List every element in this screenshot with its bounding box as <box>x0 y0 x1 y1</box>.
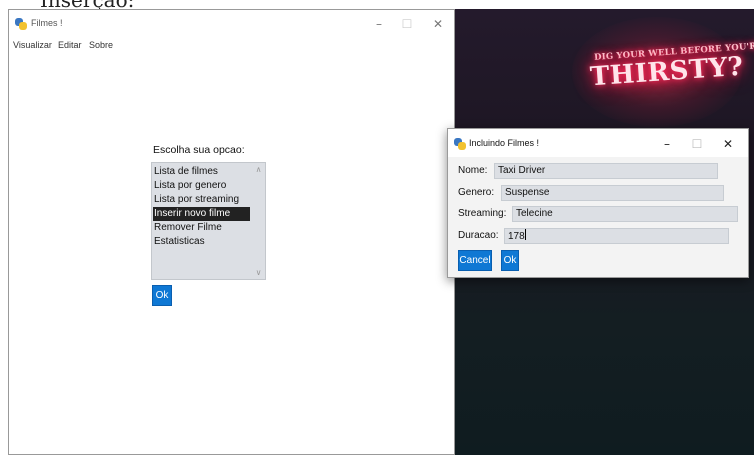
name-label: Nome: <box>458 165 488 176</box>
dialog-titlebar[interactable]: Incluindo Filmes ! – ☐ ✕ <box>448 129 748 157</box>
list-item-selected[interactable]: Inserir novo filme <box>153 207 250 221</box>
list-item[interactable]: Lista por genero <box>153 179 250 193</box>
python-app-icon <box>454 138 466 150</box>
list-item[interactable]: Lista de filmes <box>153 165 250 179</box>
scroll-down-icon[interactable]: ∨ <box>252 268 265 277</box>
ok-button[interactable]: Ok <box>152 285 172 306</box>
screen: Inserção: DIG YOUR WELL BEFORE YOU'RE TH… <box>0 0 754 455</box>
list-item[interactable]: Estatisticas <box>153 235 250 249</box>
text-caret <box>524 229 526 240</box>
minimize-button[interactable]: – <box>365 14 393 34</box>
dialog-close-button[interactable]: ✕ <box>714 134 742 154</box>
listbox-scrollbar[interactable]: ∧ ∨ <box>252 163 265 279</box>
main-titlebar[interactable]: Filmes ! – ☐ ✕ <box>9 10 454 38</box>
streaming-label: Streaming: <box>458 208 507 219</box>
choose-option-label: Escolha sua opcao: <box>153 144 245 156</box>
menu-visualizar[interactable]: Visualizar <box>13 40 52 50</box>
duration-value: 178 <box>508 231 525 242</box>
cancel-button[interactable]: Cancel <box>458 250 492 271</box>
duration-field[interactable]: 178 <box>504 228 729 244</box>
name-field[interactable]: Taxi Driver <box>494 163 718 179</box>
python-app-icon <box>15 18 27 30</box>
dialog-ok-button[interactable]: Ok <box>501 250 519 271</box>
list-item[interactable]: Remover Filme <box>153 221 250 235</box>
menu-bar: Visualizar Editar Sobre <box>9 38 454 56</box>
dialog-maximize-button[interactable]: ☐ <box>683 134 711 154</box>
dialog-minimize-button[interactable]: – <box>653 134 681 154</box>
streaming-field[interactable]: Telecine <box>512 206 738 222</box>
list-item[interactable]: Lista por streaming <box>153 193 250 207</box>
menu-sobre[interactable]: Sobre <box>89 40 113 50</box>
main-window-title: Filmes ! <box>31 18 63 28</box>
dialog-title: Incluindo Filmes ! <box>469 138 540 148</box>
options-listbox[interactable]: Lista de filmes Lista por genero Lista p… <box>151 162 266 280</box>
menu-editar[interactable]: Editar <box>58 40 82 50</box>
genre-label: Genero: <box>458 187 495 198</box>
genre-field[interactable]: Suspense <box>501 185 724 201</box>
maximize-button[interactable]: ☐ <box>393 14 421 34</box>
duration-label: Duracao: <box>458 230 499 241</box>
close-button[interactable]: ✕ <box>424 14 452 34</box>
scroll-up-icon[interactable]: ∧ <box>252 165 265 174</box>
main-window: Filmes ! – ☐ ✕ Visualizar Editar Sobre E… <box>8 9 455 455</box>
include-film-dialog: Incluindo Filmes ! – ☐ ✕ Nome: Taxi Driv… <box>447 128 749 278</box>
